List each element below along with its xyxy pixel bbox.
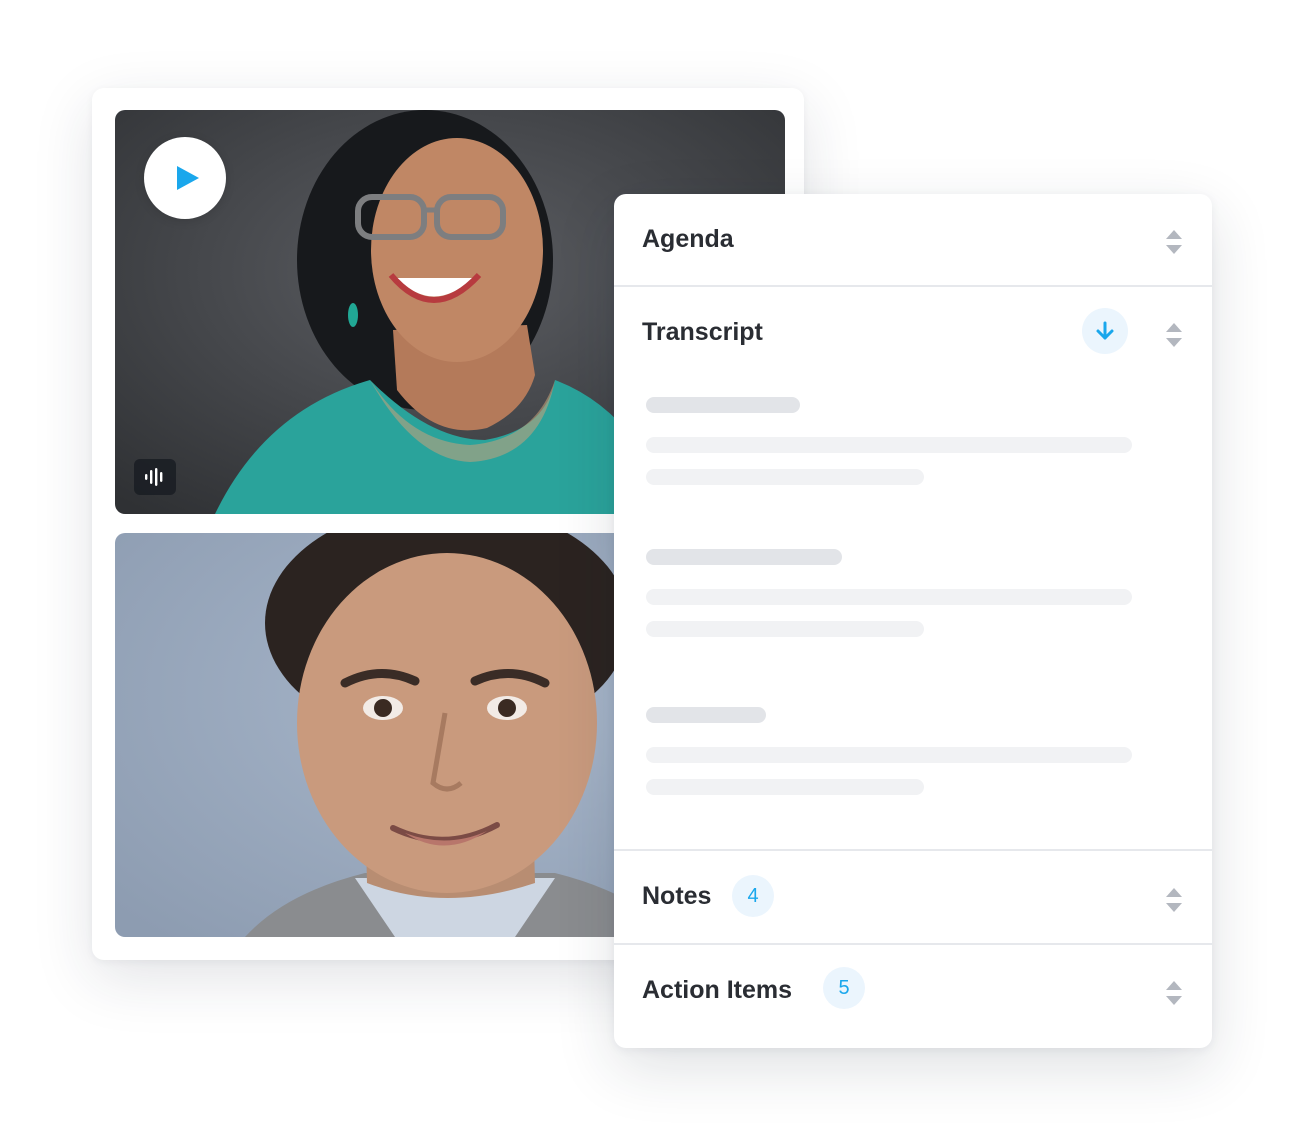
skeleton-line [646,747,1132,763]
transcript-download-button[interactable] [1082,308,1128,354]
play-button[interactable] [144,137,226,219]
transcript-title: Transcript [642,318,763,346]
skeleton-speaker [646,397,800,413]
download-arrow-icon [1096,321,1114,340]
skeleton-line [646,779,924,795]
play-icon [176,166,199,190]
meeting-side-panel: Agenda Transcript Notes 4 Action Items 5 [614,194,1212,1048]
action-items-title: Action Items [642,976,793,1004]
audio-waveform-icon [145,468,163,486]
skeleton-speaker [646,549,842,565]
skeleton-line [646,469,924,485]
notes-section[interactable]: Notes 4 [614,851,1212,945]
agenda-title: Agenda [642,225,734,253]
notes-title: Notes [642,882,712,910]
action-items-section[interactable]: Action Items 5 [614,945,1212,1048]
transcript-section[interactable]: Transcript [614,287,1212,851]
skeleton-line [646,437,1132,453]
skeleton-line [646,621,924,637]
notes-count-badge: 4 [732,875,774,917]
sort-arrows-icon[interactable] [1164,228,1184,256]
action-items-count-badge: 5 [823,967,865,1009]
sort-arrows-icon[interactable] [1164,886,1184,914]
skeleton-line [646,589,1132,605]
sort-arrows-icon[interactable] [1164,321,1184,349]
sort-arrows-icon[interactable] [1164,979,1184,1007]
agenda-section[interactable]: Agenda [614,194,1212,287]
audio-indicator [134,459,176,495]
skeleton-speaker [646,707,766,723]
